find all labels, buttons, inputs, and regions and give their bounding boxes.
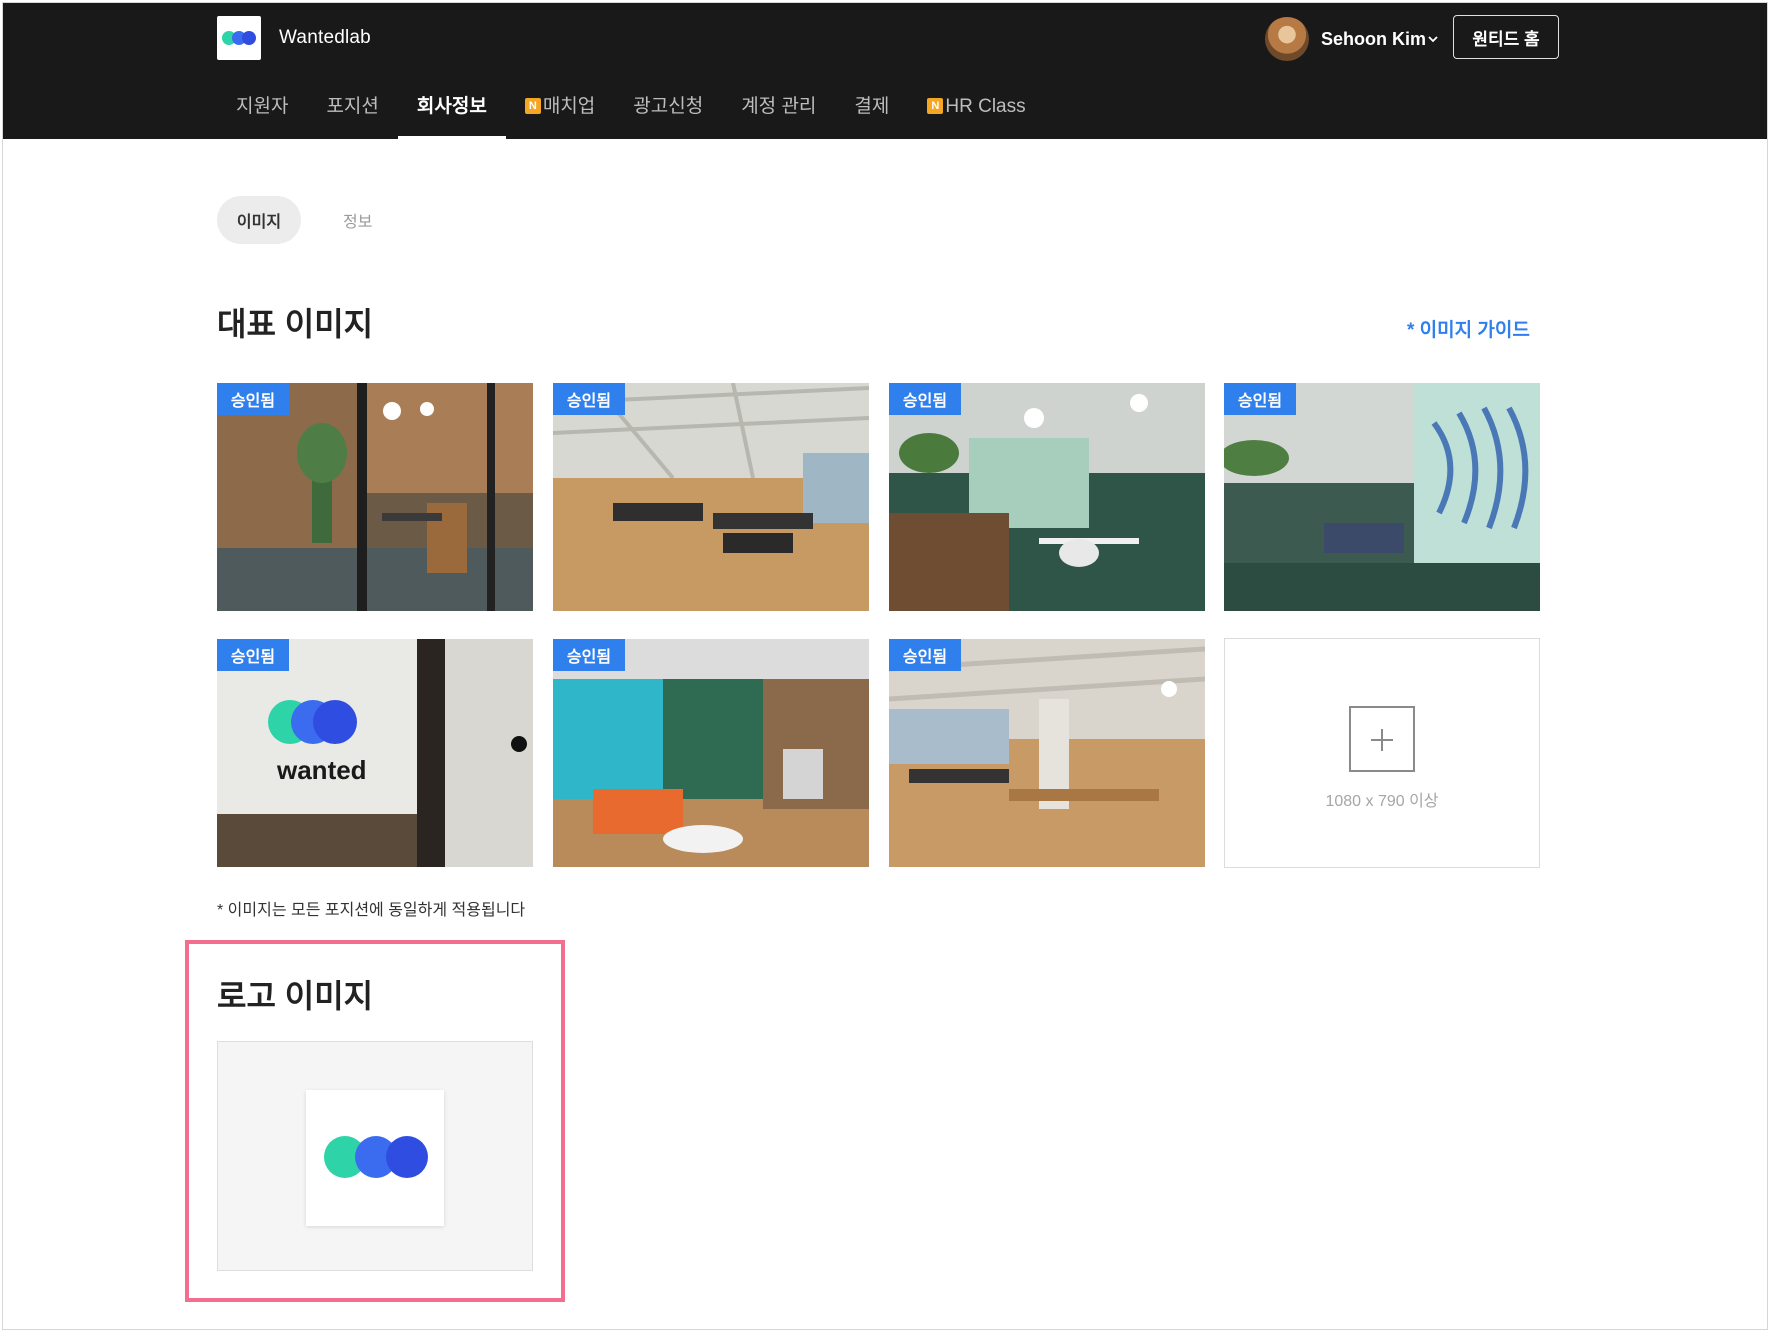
approved-badge: 승인됨	[553, 639, 625, 671]
office-photo-reception	[1224, 383, 1540, 611]
new-badge: N	[927, 98, 944, 114]
subtab-info[interactable]: 정보	[343, 196, 383, 244]
plus-icon	[1349, 706, 1415, 772]
company-logo[interactable]	[217, 16, 261, 60]
nav-item-company-info[interactable]: 회사정보	[397, 87, 506, 139]
nav-item-hr-class[interactable]: N HR Class	[908, 87, 1044, 139]
office-photo-open-floor	[553, 383, 869, 611]
nav-item-payment[interactable]: 결제	[835, 87, 908, 139]
image-guide-link[interactable]: * 이미지 가이드	[1407, 315, 1530, 342]
top-header: Wantedlab Sehoon Kim 원티드 홈 지원자 포지션 회사정보 …	[3, 3, 1767, 139]
image-tile-4[interactable]: 승인됨	[1224, 383, 1540, 611]
office-photo-cafe	[553, 639, 869, 867]
image-tile-7[interactable]: 승인됨	[889, 639, 1205, 867]
office-photo-lounge	[889, 383, 1205, 611]
chevron-down-icon[interactable]	[1427, 33, 1439, 45]
approved-badge: 승인됨	[889, 383, 961, 415]
main-images-title: 대표 이미지	[217, 306, 374, 342]
approved-badge: 승인됨	[889, 639, 961, 671]
image-note: * 이미지는 모든 포지션에 동일하게 적용됩니다	[217, 902, 526, 919]
image-tile-1[interactable]: 승인됨	[217, 383, 533, 611]
add-image-button[interactable]: 1080 x 790 이상	[1224, 638, 1540, 868]
approved-badge: 승인됨	[217, 639, 289, 671]
image-tile-6[interactable]: 승인됨	[553, 639, 869, 867]
image-tile-5[interactable]: 승인됨 wanted	[217, 639, 533, 867]
wanted-home-button[interactable]: 원티드 홈	[1453, 15, 1559, 59]
office-photo-meeting-room	[217, 383, 533, 611]
nav-item-ad-request[interactable]: 광고신청	[614, 87, 722, 139]
subtab-image[interactable]: 이미지	[217, 196, 301, 244]
wall-logo-text: wanted	[276, 755, 367, 785]
logo-card	[306, 1090, 444, 1226]
new-badge: N	[524, 98, 541, 114]
approved-badge: 승인됨	[217, 383, 289, 415]
office-photo-workspace	[889, 639, 1205, 867]
nav-item-applicants[interactable]: 지원자	[217, 87, 307, 139]
user-avatar[interactable]	[1265, 17, 1309, 61]
logo-dots-icon	[222, 31, 256, 45]
add-image-size-hint: 1080 x 790 이상	[1325, 793, 1439, 810]
nav-item-positions[interactable]: 포지션	[307, 87, 397, 139]
nav-item-matchup[interactable]: N 매치업	[506, 87, 614, 139]
image-tile-3[interactable]: 승인됨	[889, 383, 1205, 611]
wanted-logo-icon	[324, 1136, 428, 1178]
logo-image-preview[interactable]	[217, 1041, 533, 1271]
company-name[interactable]: Wantedlab	[279, 27, 371, 49]
user-menu-name[interactable]: Sehoon Kim	[1321, 29, 1426, 50]
main-nav: 지원자 포지션 회사정보 N 매치업 광고신청 계정 관리 결제 N HR Clas…	[217, 87, 1045, 139]
page-frame: Wantedlab Sehoon Kim 원티드 홈 지원자 포지션 회사정보 …	[2, 2, 1768, 1330]
office-photo-logo-wall: wanted	[217, 639, 533, 867]
approved-badge: 승인됨	[1224, 383, 1296, 415]
logo-image-title: 로고 이미지	[217, 978, 374, 1014]
approved-badge: 승인됨	[553, 383, 625, 415]
nav-item-account[interactable]: 계정 관리	[722, 87, 835, 139]
image-tile-2[interactable]: 승인됨	[553, 383, 869, 611]
